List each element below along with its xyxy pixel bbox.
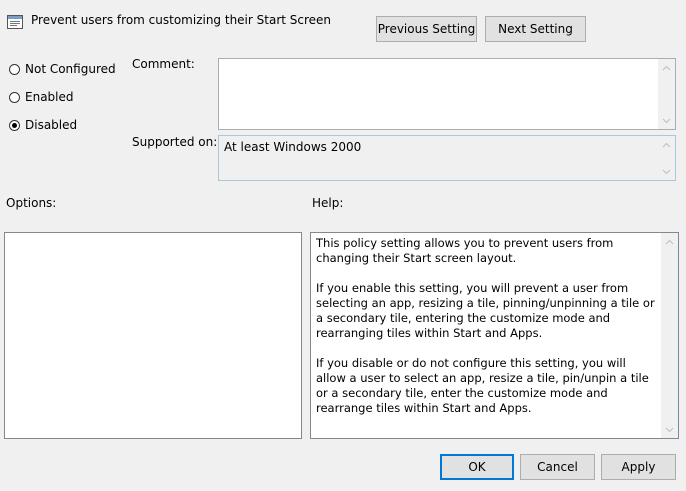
help-paragraph: This policy setting allows you to preven… <box>316 236 614 265</box>
radio-not-configured-label: Not Configured <box>25 62 116 76</box>
radio-not-configured[interactable]: Not Configured <box>9 61 116 77</box>
comment-scrollbar[interactable] <box>658 59 675 129</box>
options-pane[interactable] <box>4 232 302 439</box>
next-setting-label: Next Setting <box>498 22 573 36</box>
supported-on-value: At least Windows 2000 <box>224 140 362 154</box>
radio-circle[interactable] <box>9 91 20 103</box>
radio-disabled[interactable]: Disabled <box>9 117 77 133</box>
scroll-up-icon[interactable] <box>658 59 675 76</box>
options-label: Options: <box>6 196 57 210</box>
help-paragraph: If you disable or do not configure this … <box>316 356 649 415</box>
help-text: This policy setting allows you to preven… <box>316 236 658 431</box>
radio-disabled-label: Disabled <box>25 118 78 132</box>
cancel-label: Cancel <box>537 460 578 474</box>
previous-setting-label: Previous Setting <box>377 22 476 36</box>
previous-setting-button[interactable]: Previous Setting <box>376 16 477 42</box>
policy-title: Prevent users from customizing their Sta… <box>31 13 332 27</box>
radio-circle-selected[interactable] <box>9 119 20 131</box>
scroll-down-icon[interactable] <box>658 112 675 129</box>
help-label: Help: <box>312 196 344 210</box>
supported-on-scrollbar[interactable] <box>658 136 675 180</box>
radio-circle[interactable] <box>9 63 20 75</box>
next-setting-button[interactable]: Next Setting <box>485 16 586 42</box>
radio-enabled[interactable]: Enabled <box>9 89 74 105</box>
cancel-button[interactable]: Cancel <box>520 454 595 480</box>
ok-label: OK <box>468 460 486 474</box>
apply-label: Apply <box>621 460 656 474</box>
help-scrollbar[interactable] <box>661 233 678 438</box>
comment-label: Comment: <box>132 57 195 71</box>
help-pane[interactable]: This policy setting allows you to preven… <box>310 232 679 439</box>
scroll-down-icon[interactable] <box>661 421 678 438</box>
comment-textbox[interactable] <box>218 58 676 130</box>
radio-enabled-label: Enabled <box>25 90 74 104</box>
supported-on-textbox[interactable]: At least Windows 2000 <box>218 135 676 181</box>
apply-button[interactable]: Apply <box>601 454 676 480</box>
policy-setting-icon <box>7 14 23 30</box>
supported-on-label: Supported on: <box>132 135 218 149</box>
ok-button[interactable]: OK <box>440 454 514 480</box>
help-paragraph: If you enable this setting, you will pre… <box>316 281 655 340</box>
scroll-down-icon[interactable] <box>658 163 675 180</box>
scroll-up-icon[interactable] <box>658 136 675 153</box>
scroll-up-icon[interactable] <box>661 233 678 250</box>
